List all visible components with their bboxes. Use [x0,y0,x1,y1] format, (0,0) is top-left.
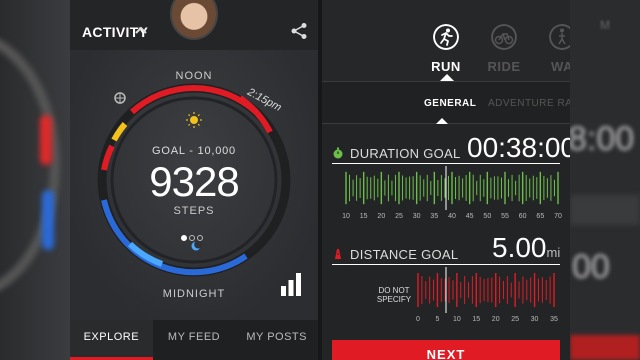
activity-header: ACTIVITY [70,0,318,50]
sport-ride[interactable]: RIDE [474,24,534,74]
road-icon [335,249,341,259]
distance-tick-labels: 0 5 10 15 20 25 30 35 [332,316,560,326]
blurred-ring-red [40,115,52,165]
stopwatch-icon [333,147,343,159]
bike-wheel-icon [114,92,126,104]
bike-icon [491,24,517,50]
tick-label: 50 [483,213,492,220]
tick-label: 0 [416,316,420,323]
distance-slider[interactable] [332,267,560,313]
tab-adventure-race[interactable]: ADVENTURE RAC [488,98,570,109]
distance-goal-label: DISTANCE GOAL [350,247,459,262]
tick-label: 15 [472,316,481,323]
app-showcase: ACTIVITY NOON 2:15pm GOAL - 10,000 9328 … [0,0,640,360]
tick-label: 40 [448,213,456,220]
page-dot[interactable] [197,235,203,241]
bottom-tabs: EXPLORE MY FEED MY POSTS [70,320,318,360]
sport-ride-label: RIDE [487,59,521,74]
sport-run-label: RUN [431,59,461,74]
dial-top-label: NOON [175,70,213,82]
tick-label: 30 [412,213,421,220]
distance-divider [332,264,560,265]
page-dot[interactable] [181,235,187,241]
duration-slider[interactable] [332,166,560,210]
duration-goal-value[interactable]: 00:38:00 [467,132,570,164]
blurred-band [570,195,640,225]
chevron-up-icon[interactable] [134,24,148,38]
distance-number: 5.00 [492,232,547,263]
blurred-ring-blue [42,190,54,250]
tick-label: 70 [554,213,562,220]
tick-label: 65 [536,213,545,220]
runner-icon [433,24,459,50]
tick-label: 5 [435,316,440,323]
activity-screen: ACTIVITY NOON 2:15pm GOAL - 10,000 9328 … [70,0,318,360]
tick-label: 35 [550,316,558,323]
tick-label: 60 [518,213,527,220]
sun-icon [186,112,202,128]
distance-goal-value[interactable]: 5.00mi [492,232,560,264]
blurred-left-screen [0,0,70,360]
moon-icon [191,240,203,251]
tab-explore[interactable]: EXPLORE [70,320,153,360]
workout-goal-screen: RUN RIDE WA GENERAL ADVENTURE RA DURATIO… [322,0,570,360]
duration-divider [332,163,560,164]
duration-goal-label: DURATION GOAL [350,146,461,161]
tab-general[interactable]: GENERAL [424,98,476,124]
steps-count: 9328 [149,158,239,205]
sport-selector: RUN RIDE WA [322,0,570,82]
sport-walk-label: WA [551,59,570,74]
share-icon[interactable] [290,22,308,40]
tick-label: 30 [530,316,539,323]
tick-label: 10 [452,316,461,323]
tab-my-feed[interactable]: MY FEED [153,320,236,360]
sport-run[interactable]: RUN [416,24,476,81]
sport-walk[interactable]: WA [532,24,570,74]
distance-unit: mi [546,245,561,260]
tick-label: 10 [342,213,350,220]
tick-label: 25 [395,213,403,220]
walk-icon [549,24,570,50]
duration-tick-labels: 10 15 20 25 30 35 40 45 50 55 60 65 70 [332,213,562,223]
avatar[interactable] [170,0,218,40]
blurred-next-bar [570,335,640,360]
tick-label: 20 [377,213,386,220]
tick-label: 35 [430,213,439,220]
blurred-distance: 00 [572,248,610,286]
tab-my-posts[interactable]: MY POSTS [235,320,318,360]
stats-bars-icon[interactable] [280,272,302,296]
blurred-text: M [600,18,610,32]
blurred-right-screen: M 8:00 00 [570,0,640,360]
steps-label: STEPS [173,205,215,217]
next-button[interactable]: NEXT [332,340,560,360]
tick-label: 15 [359,213,368,220]
tick-label: 55 [501,213,509,220]
tick-label: 45 [465,213,474,220]
tick-label: 20 [491,316,500,323]
goal-label: GOAL - 10,000 [152,145,236,157]
tick-label: 25 [511,316,520,323]
blurred-ring [0,30,60,300]
page-indicator[interactable] [181,228,209,241]
goal-type-tabs: GENERAL ADVENTURE RAC [322,82,570,124]
blurred-duration: 8:00 [570,120,635,158]
page-dot[interactable] [189,235,195,241]
